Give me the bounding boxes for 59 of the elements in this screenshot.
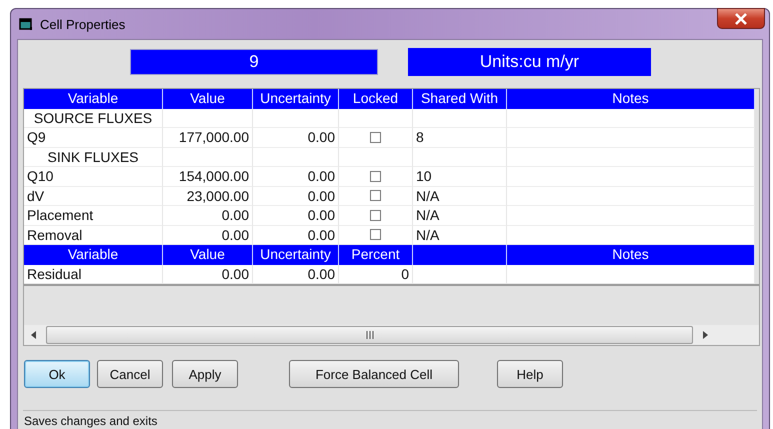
table-cell: Residual <box>24 264 163 284</box>
cell-id-display: 9 <box>130 49 378 75</box>
table-cell: 0.00 <box>253 128 339 148</box>
table-cell: 0.00 <box>163 264 253 284</box>
table-cell: 0.00 <box>163 206 253 226</box>
dialog-button[interactable]: Force Balanced Cell <box>289 360 459 388</box>
table-cell: Placement <box>24 206 163 226</box>
table-cell: 0.00 <box>163 226 253 245</box>
column-header[interactable]: Shared With <box>413 89 507 108</box>
status-bar: Saves changes and exits <box>23 410 757 429</box>
table-cell: 0.00 <box>253 264 339 284</box>
column-header[interactable]: Variable <box>24 245 163 264</box>
table-cell: 0.00 <box>253 186 339 206</box>
table-cell: 8 <box>413 128 507 148</box>
column-header[interactable]: Percent <box>339 245 413 264</box>
scroll-right-icon[interactable] <box>701 330 709 340</box>
locked-checkbox[interactable] <box>370 170 381 182</box>
scrollbar-thumb[interactable] <box>46 326 693 344</box>
close-icon <box>734 12 748 24</box>
column-header[interactable]: Notes <box>507 245 755 264</box>
section-label: SOURCE FLUXES <box>24 108 163 128</box>
table-cell: Q10 <box>24 167 163 186</box>
table-cell: 23,000.00 <box>163 186 253 206</box>
table-cell: 0 <box>339 264 413 284</box>
table-cell: N/A <box>413 186 507 206</box>
column-header[interactable]: Value <box>163 245 253 264</box>
locked-checkbox[interactable] <box>370 132 381 143</box>
dialog-button[interactable]: Ok <box>24 360 90 388</box>
column-header[interactable]: Notes <box>507 89 755 108</box>
table-cell: 154,000.00 <box>163 167 253 186</box>
table-cell: dV <box>24 186 163 206</box>
table-cell: N/A <box>413 206 507 226</box>
column-header[interactable]: Uncertainty <box>253 245 339 264</box>
window-icon <box>19 18 33 30</box>
table-cell: 177,000.00 <box>163 128 253 148</box>
table-cell: 0.00 <box>253 206 339 226</box>
dialog-button[interactable]: Cancel <box>97 360 163 388</box>
column-header[interactable]: Variable <box>24 89 163 108</box>
dialog-button[interactable]: Help <box>497 360 563 388</box>
grip-icon <box>364 331 374 339</box>
table-cell: 10 <box>413 167 507 186</box>
locked-checkbox[interactable] <box>370 190 381 202</box>
window-title: Cell Properties <box>40 16 126 32</box>
table-cell: N/A <box>413 226 507 245</box>
locked-checkbox[interactable] <box>370 210 381 221</box>
table-cell: Removal <box>24 226 163 245</box>
locked-checkbox[interactable] <box>370 229 381 240</box>
scroll-left-icon[interactable] <box>30 330 38 340</box>
table-cell: Q9 <box>24 128 163 148</box>
horizontal-scrollbar[interactable] <box>24 325 759 345</box>
units-display: Units:cu m/yr <box>408 48 651 76</box>
table-cell: 0.00 <box>253 167 339 186</box>
close-button[interactable] <box>717 8 765 29</box>
column-header[interactable]: Value <box>163 89 253 108</box>
column-header[interactable]: Uncertainty <box>253 89 339 108</box>
section-label: SINK FLUXES <box>24 148 163 167</box>
dialog-button[interactable]: Apply <box>172 360 238 388</box>
column-header[interactable]: Locked <box>339 89 413 108</box>
table-cell: 0.00 <box>253 226 339 245</box>
